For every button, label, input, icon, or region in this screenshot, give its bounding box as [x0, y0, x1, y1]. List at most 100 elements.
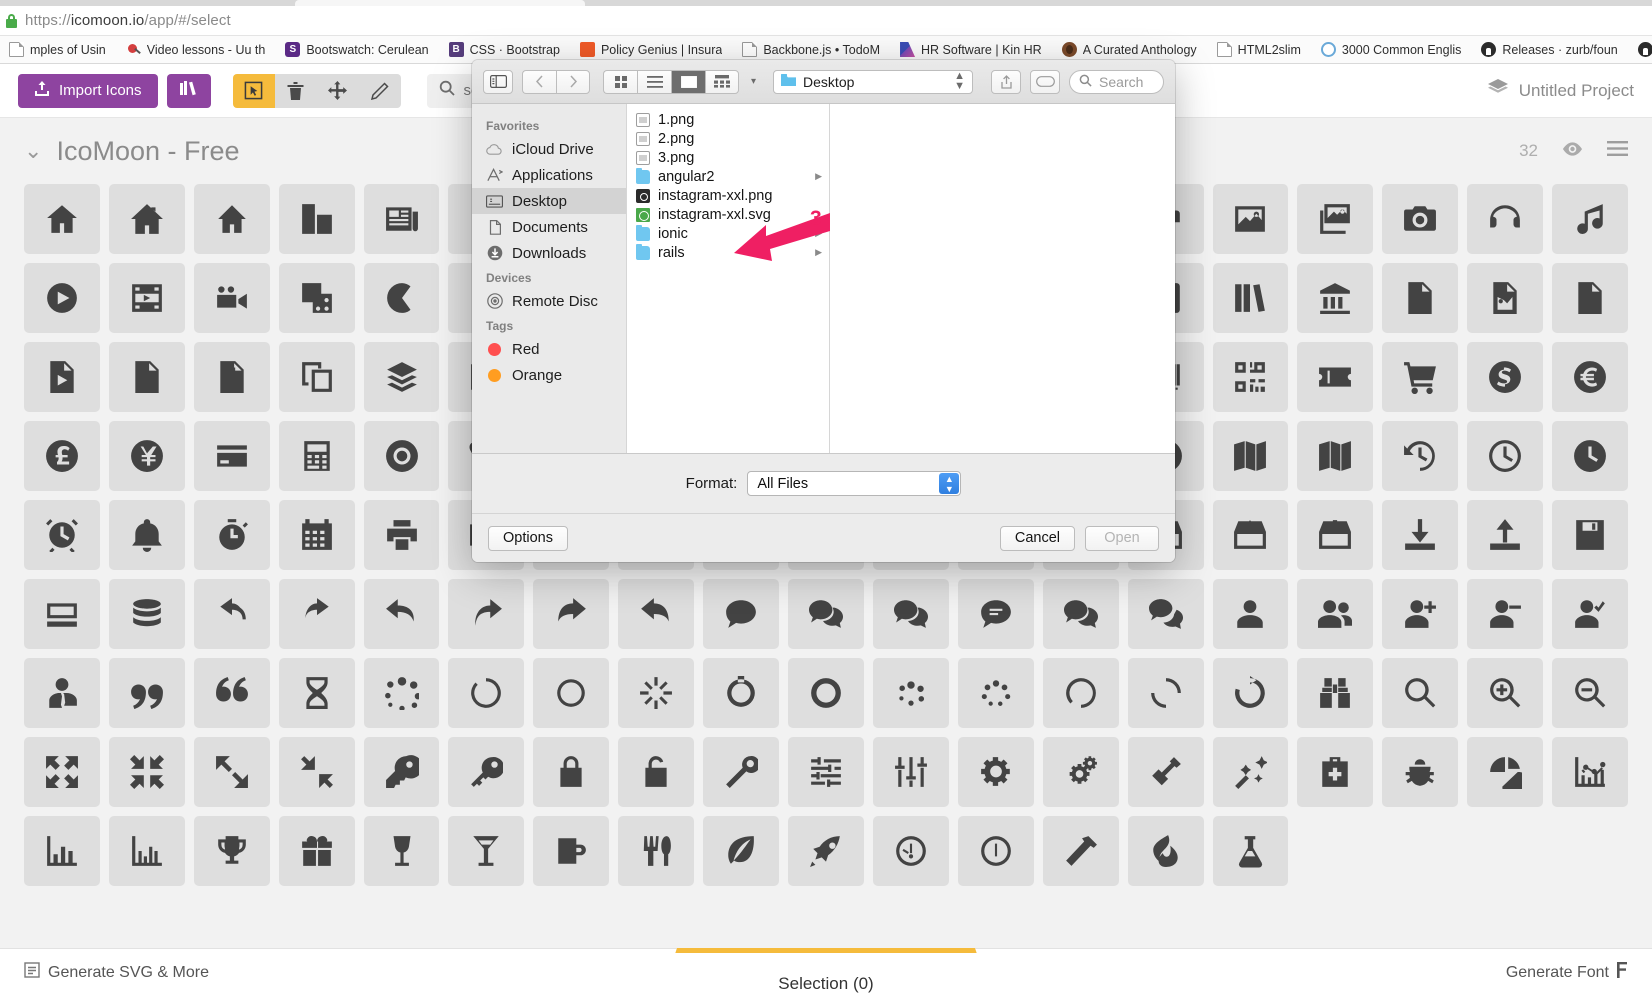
icon-tile-box-add[interactable]: [1212, 500, 1289, 570]
icon-tile-user-plus[interactable]: [1382, 579, 1459, 649]
file-browser-column-1[interactable]: 1.png 2.png 3.png angular2 ▶ instagram-xxl.pn…: [627, 104, 830, 453]
icon-tile-bubbles2[interactable]: [872, 579, 949, 649]
icon-tile-file-music[interactable]: [1552, 263, 1628, 333]
icon-tile-gift[interactable]: [278, 816, 355, 886]
icon-tile-home-filled[interactable]: [108, 184, 185, 254]
icon-tile-image[interactable]: [1212, 184, 1289, 254]
gallery-view-icon[interactable]: [705, 69, 739, 94]
icon-tile-file-zip[interactable]: [193, 342, 270, 412]
icon-tile-images[interactable]: [1297, 184, 1374, 254]
icon-tile-stopwatch[interactable]: [193, 500, 270, 570]
bookmark-item[interactable]: Video lessons - Uu th: [117, 39, 275, 61]
list-view-icon[interactable]: [637, 69, 671, 94]
icon-tile-wrench[interactable]: [703, 737, 780, 807]
icon-tile-spinner[interactable]: [363, 658, 440, 728]
icon-tile-bubbles4[interactable]: [1127, 579, 1204, 649]
file-row[interactable]: rails ▶: [627, 243, 829, 262]
sidebar-item-remote-disc[interactable]: Remote Disc: [472, 288, 626, 314]
icon-tile-floppy-disk[interactable]: [1552, 500, 1628, 570]
icon-tile-file-picture[interactable]: [1467, 263, 1544, 333]
generate-svg-button[interactable]: Generate SVG & More: [24, 962, 209, 983]
file-row[interactable]: angular2 ▶: [627, 167, 829, 186]
icon-tile-undo2[interactable]: [363, 579, 440, 649]
icon-tile-lab[interactable]: [1212, 816, 1289, 886]
sidebar-item-documents[interactable]: Documents: [472, 214, 626, 240]
bookmark-item[interactable]: Policy Genius | Insura: [571, 39, 731, 61]
icon-tile-box-remove[interactable]: [1297, 500, 1374, 570]
project-name-button[interactable]: Untitled Project: [1487, 78, 1634, 103]
tool-segment-group[interactable]: [232, 73, 401, 108]
icon-tile-key[interactable]: [363, 737, 440, 807]
icon-tile-dice[interactable]: [278, 263, 355, 333]
icon-tile-spinner10[interactable]: [1127, 658, 1204, 728]
sidebar-item-downloads[interactable]: Downloads: [472, 240, 626, 266]
icon-tile-file-video[interactable]: [108, 342, 185, 412]
icon-tile-bubbles3[interactable]: [1042, 579, 1119, 649]
icon-tile-rocket[interactable]: [788, 816, 864, 886]
icon-tile-user[interactable]: [1212, 579, 1289, 649]
icon-tile-binoculars[interactable]: [1297, 658, 1374, 728]
disclosure-arrow-icon[interactable]: ▶: [815, 171, 822, 182]
file-row[interactable]: ionic ▶: [627, 224, 829, 243]
bookmark-item[interactable]: philipwalton/html-ins: [1629, 39, 1652, 61]
icon-tile-spinner11[interactable]: [1212, 658, 1289, 728]
icon-tile-spinner6[interactable]: [788, 658, 864, 728]
icon-tile-unlocked[interactable]: [618, 737, 695, 807]
icon-tile-bubbles[interactable]: [788, 579, 864, 649]
tag-icon[interactable]: [1030, 69, 1061, 94]
icon-tile-food[interactable]: [618, 816, 695, 886]
disclosure-arrow-icon[interactable]: ▶: [815, 228, 822, 239]
bookmark-item[interactable]: Bootswatch: Cerulean: [276, 39, 437, 61]
selection-tab[interactable]: Selection (0): [661, 948, 991, 996]
icon-tile-users[interactable]: [1297, 579, 1374, 649]
icon-tile-music-note[interactable]: [1552, 184, 1628, 254]
icon-tile-alarm[interactable]: [24, 500, 100, 570]
icon-tile-cog[interactable]: [957, 737, 1034, 807]
icon-tile-quotes-left[interactable]: [108, 658, 185, 728]
icon-tile-hour-glass[interactable]: [278, 658, 355, 728]
icon-tile-bug[interactable]: [1382, 737, 1459, 807]
icon-tile-office-building[interactable]: [278, 184, 355, 254]
icon-tile-aid-kit[interactable]: [1297, 737, 1374, 807]
open-file-dialog[interactable]: ▾ Desktop ▲ ▼ Search Favorites iCloud Dr…: [472, 60, 1175, 562]
delete-tool-button[interactable]: [274, 73, 317, 108]
file-row[interactable]: instagram-xxl.svg: [627, 205, 829, 224]
icon-tile-user-minus[interactable]: [1467, 579, 1544, 649]
icon-tile-lifebuoy[interactable]: [363, 421, 440, 491]
icon-tile-database[interactable]: [108, 579, 185, 649]
icon-tile-calendar[interactable]: [278, 500, 355, 570]
icon-tile-spinner9[interactable]: [1042, 658, 1119, 728]
icon-tile-spinner3[interactable]: [533, 658, 610, 728]
icon-tile-bubble[interactable]: [703, 579, 780, 649]
icon-tile-camera[interactable]: [1382, 184, 1459, 254]
file-row[interactable]: 3.png: [627, 148, 829, 167]
icon-library-button[interactable]: [166, 73, 211, 108]
icon-tile-map2[interactable]: [1297, 421, 1374, 491]
icon-tile-shrink2[interactable]: [278, 737, 355, 807]
icon-tile-spinner8[interactable]: [957, 658, 1034, 728]
bookmark-item[interactable]: B CSS · Bootstrap: [440, 39, 569, 61]
icon-tile-film[interactable]: [108, 263, 185, 333]
sidebar-item-desktop[interactable]: Desktop: [472, 188, 626, 214]
bookmark-item[interactable]: 3000 Common Englis: [1312, 39, 1471, 61]
icon-tile-meter[interactable]: [872, 816, 949, 886]
icon-tile-printer[interactable]: [363, 500, 440, 570]
icon-tile-home-outline[interactable]: [24, 184, 100, 254]
icon-tile-stats-dots[interactable]: [1552, 737, 1628, 807]
icon-tile-user-check[interactable]: [1552, 579, 1628, 649]
format-stepper-icon[interactable]: ▲ ▼: [939, 473, 960, 494]
icon-tile-meter2[interactable]: [957, 816, 1034, 886]
icon-tile-coin-pound[interactable]: [24, 421, 100, 491]
icon-tile-leaf[interactable]: [703, 816, 780, 886]
sidebar-item-red[interactable]: Red: [472, 336, 626, 362]
icon-tile-pacman[interactable]: [363, 263, 440, 333]
path-popup-button[interactable]: Desktop ▲ ▼: [773, 69, 974, 94]
icon-tile-shrink[interactable]: [108, 737, 185, 807]
bookmark-item[interactable]: A Curated Anthology: [1053, 39, 1206, 61]
icon-tile-fire[interactable]: [1127, 816, 1204, 886]
icon-tile-zoom-out[interactable]: [1552, 658, 1628, 728]
options-button[interactable]: Options: [488, 525, 568, 551]
icon-tile-file-text[interactable]: [1382, 263, 1459, 333]
icon-tile-calculator[interactable]: [278, 421, 355, 491]
sidebar-item-applications[interactable]: Applications: [472, 162, 626, 188]
